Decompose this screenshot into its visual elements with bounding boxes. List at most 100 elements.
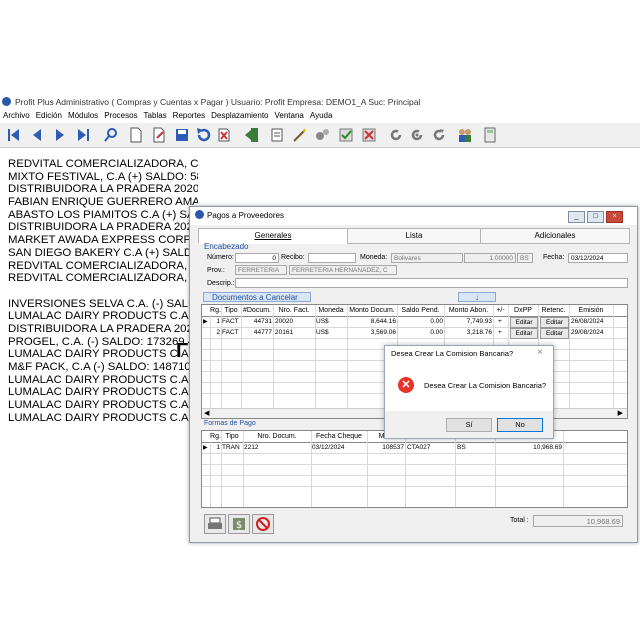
tab-adicionales[interactable]: Adicionales [480, 228, 630, 244]
tab-lista[interactable]: Lista [347, 228, 481, 244]
toolbar [0, 123, 640, 148]
yes-button[interactable]: Sí [446, 418, 492, 432]
edit-retencion-button[interactable]: Editar [540, 328, 569, 339]
no-button[interactable]: No [497, 418, 543, 432]
report-text: REDVITAL COMERCIALIZADORA, C.A. (+) SALD… [8, 158, 198, 424]
col-header: Saldo Pend. [397, 305, 445, 316]
cell-sign[interactable]: + [498, 317, 502, 327]
svg-text:$: $ [236, 520, 242, 531]
edit-dxpp-button[interactable]: Editar [510, 317, 538, 328]
search-icon[interactable] [102, 126, 120, 144]
payments-grid: Rg. Tipo Nro. Docum. Fecha Cheque Movi M… [201, 430, 628, 508]
cell-monto: 8,644.16 [370, 318, 396, 325]
menu-ayuda[interactable]: Ayuda [310, 111, 333, 120]
report-line: LUMALAC DAIRY PRODUCTS C.A (-) S [8, 411, 198, 424]
maximize-button[interactable]: □ [587, 211, 604, 223]
numero-field[interactable]: 0 [235, 253, 279, 263]
report-line: DISTRIBUIDORA LA PRADERA 2020, C. [8, 221, 198, 234]
delete-icon[interactable] [215, 126, 233, 144]
cell-doc: 44731 [253, 318, 272, 325]
prov-name-field: FERRETERIA HERNANADEZ, C [289, 265, 397, 275]
cell-saldo: 0.00 [430, 329, 443, 336]
print-preview-icon[interactable] [268, 126, 286, 144]
descrip-field[interactable] [235, 278, 628, 288]
prov-code-field[interactable]: FERRETERIA [235, 265, 287, 275]
new-document-icon[interactable] [127, 126, 145, 144]
fecha-label: Fecha: [543, 254, 565, 261]
window-title-bar: Pagos a Proveedores _ □ × [190, 207, 637, 225]
report-line: LUMALAC DAIRY PRODUCTS C.A (-) S [8, 348, 198, 361]
menu-desplazamiento[interactable]: Desplazamiento [211, 111, 268, 120]
cell-sign[interactable]: + [498, 328, 502, 338]
close-window-button[interactable]: × [606, 211, 623, 223]
check-cancel-icon[interactable] [360, 126, 378, 144]
col-header: Nro. Fact. [273, 305, 316, 316]
menu-procesos[interactable]: Procesos [104, 111, 137, 120]
fecha-field[interactable]: 03/12/2024 [568, 253, 628, 263]
previous-record-icon[interactable] [28, 126, 46, 144]
scroll-left-icon[interactable]: ◀ [204, 409, 209, 417]
edit-retencion-button[interactable]: Editar [540, 317, 569, 328]
window-title: Pagos a Proveedores [207, 211, 284, 220]
cell-tipo: FACT [222, 318, 239, 325]
menu-ventana[interactable]: Ventana [275, 111, 304, 120]
report-line: LUMALAC DAIRY PRODUCTS C.A (-) S [8, 386, 198, 399]
menu-modulos[interactable]: Módulos [68, 111, 98, 120]
cell-abono[interactable]: 7,749.93 [445, 317, 492, 327]
report-line: REDVITAL COMERCIALIZADORA, C.A. [8, 272, 198, 285]
cancel-button[interactable] [252, 514, 274, 534]
scroll-right-icon[interactable]: ▶ [618, 409, 623, 417]
calculator-icon[interactable] [481, 126, 499, 144]
cell-fact: 20161 [275, 329, 294, 336]
col-header: Tipo [221, 431, 244, 442]
cell-moneda: BS [457, 444, 466, 451]
prohibited-icon [256, 517, 270, 531]
recibo-field[interactable] [308, 253, 356, 263]
process-gears-icon[interactable] [313, 126, 331, 144]
menu-archivo[interactable]: Archivo [3, 111, 30, 120]
edit-document-icon[interactable] [150, 126, 168, 144]
reload-icon[interactable] [430, 126, 448, 144]
pay-button[interactable]: $ [228, 514, 250, 534]
cell-abono[interactable]: 3,218.76 [445, 328, 492, 338]
col-header: #Docum. [241, 305, 274, 316]
dialog-close-icon[interactable]: × [537, 347, 543, 358]
report-line: M&F PACK, C.A (-) SALDO: 148710.7 [8, 361, 198, 373]
docs-expand-button[interactable]: ↓ [458, 292, 496, 302]
cell-emision: 26/08/2024 [571, 318, 604, 325]
users-icon[interactable] [456, 126, 474, 144]
next-record-icon[interactable] [51, 126, 69, 144]
refresh-icon[interactable] [387, 126, 405, 144]
first-record-icon[interactable] [5, 126, 23, 144]
total-label: Total : [510, 517, 529, 524]
minimize-button[interactable]: _ [568, 211, 585, 223]
check-list-icon[interactable] [337, 126, 355, 144]
report-line: SAN DIEGO BAKERY C.A (+) SALDO: 3 [8, 246, 198, 259]
cell-fact: 20020 [275, 318, 294, 325]
text-cursor-icon: Γ [176, 340, 189, 362]
undo-icon[interactable] [194, 126, 212, 144]
menu-reportes[interactable]: Reportes [173, 111, 205, 120]
error-icon: ✕ [398, 377, 414, 393]
col-header: Tipo [221, 305, 242, 316]
moneda-select[interactable]: Bolivares [391, 253, 463, 263]
edit-dxpp-button[interactable]: Editar [510, 328, 538, 339]
exchange-rate-field[interactable]: 1.00000 [464, 253, 516, 263]
cell-monto: 10,968.69 [533, 444, 562, 451]
wand-icon[interactable] [291, 126, 309, 144]
menu-edicion[interactable]: Edición [36, 111, 62, 120]
last-record-icon[interactable] [74, 126, 92, 144]
menu-tablas[interactable]: Tablas [144, 111, 167, 120]
report-line [8, 285, 198, 298]
current-row-icon: ▶ [203, 319, 208, 325]
money-icon: $ [233, 518, 245, 531]
refresh-alt-icon[interactable] [408, 126, 426, 144]
save-icon[interactable] [173, 126, 191, 144]
cell-emision: 29/08/2024 [571, 329, 604, 336]
current-row-icon: ▶ [203, 445, 208, 451]
cell-moneda: US$ [316, 318, 329, 325]
exit-icon[interactable] [243, 126, 261, 144]
report-line: LUMALAC DAIRY PRODUCTS C.A (-) S [8, 310, 198, 323]
print-button[interactable] [204, 514, 226, 534]
dialog-title: Desea Crear La Comision Bancaria? [391, 349, 514, 358]
